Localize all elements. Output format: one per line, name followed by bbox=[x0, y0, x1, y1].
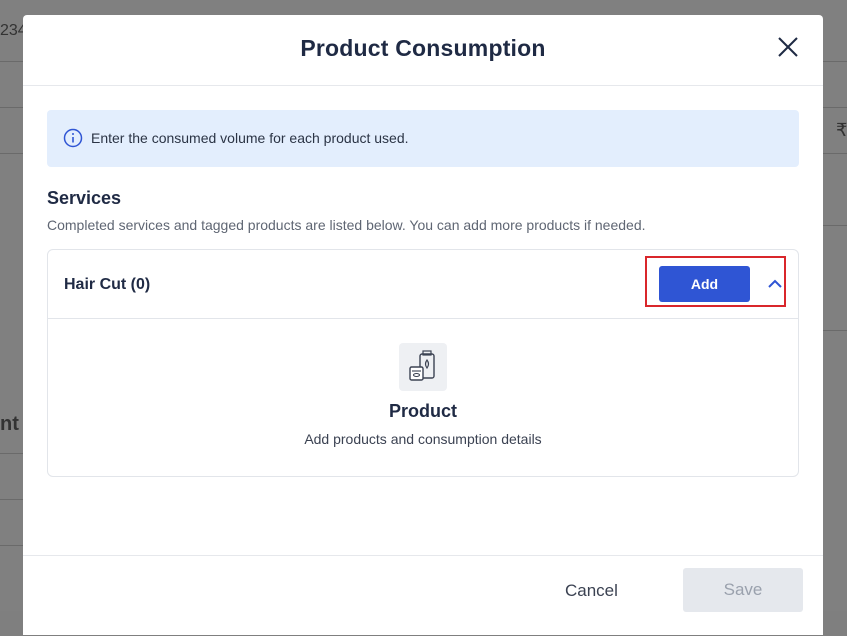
empty-state-title: Product bbox=[388, 401, 457, 421]
add-button[interactable]: Add bbox=[659, 266, 750, 302]
product-icon-graphic bbox=[409, 350, 435, 381]
background-divider bbox=[823, 330, 847, 331]
background-fragment-right: ₹ bbox=[836, 120, 847, 140]
modal-title: Product Consumption bbox=[300, 35, 546, 61]
section-subtitle: Completed services and tagged products a… bbox=[47, 217, 646, 233]
background-divider bbox=[0, 107, 23, 108]
empty-state-subtitle: Add products and consumption details bbox=[304, 431, 542, 447]
close-button[interactable] bbox=[777, 36, 799, 58]
background-divider bbox=[823, 225, 847, 226]
background-divider bbox=[823, 153, 847, 154]
info-banner: Enter the consumed volume for each produ… bbox=[47, 110, 799, 167]
section-title: Services bbox=[47, 188, 122, 208]
product-consumption-modal: Product Consumption Enter the consumed v… bbox=[23, 15, 823, 635]
background-divider bbox=[823, 61, 847, 62]
background-divider bbox=[0, 153, 23, 154]
background-divider bbox=[0, 499, 23, 500]
background-divider bbox=[0, 61, 23, 62]
background-fragment-left: nt bbox=[0, 413, 19, 435]
background-divider bbox=[0, 453, 23, 454]
info-text: Enter the consumed volume for each produ… bbox=[91, 130, 409, 146]
service-header: Hair Cut (0) Add bbox=[48, 250, 798, 319]
save-button[interactable]: Save bbox=[683, 568, 803, 612]
background-divider bbox=[823, 107, 847, 108]
product-icon bbox=[399, 343, 447, 391]
modal-footer: Cancel Save bbox=[23, 555, 823, 636]
chevron-up-icon[interactable] bbox=[767, 276, 783, 292]
background-divider bbox=[0, 545, 23, 546]
cancel-button[interactable]: Cancel bbox=[559, 580, 624, 602]
service-name: Hair Cut (0) bbox=[64, 276, 151, 293]
modal-header: Product Consumption bbox=[23, 15, 823, 86]
info-icon bbox=[63, 128, 83, 148]
service-card: Hair Cut (0) Add Product Add products an… bbox=[47, 249, 799, 477]
close-icon bbox=[778, 37, 798, 57]
